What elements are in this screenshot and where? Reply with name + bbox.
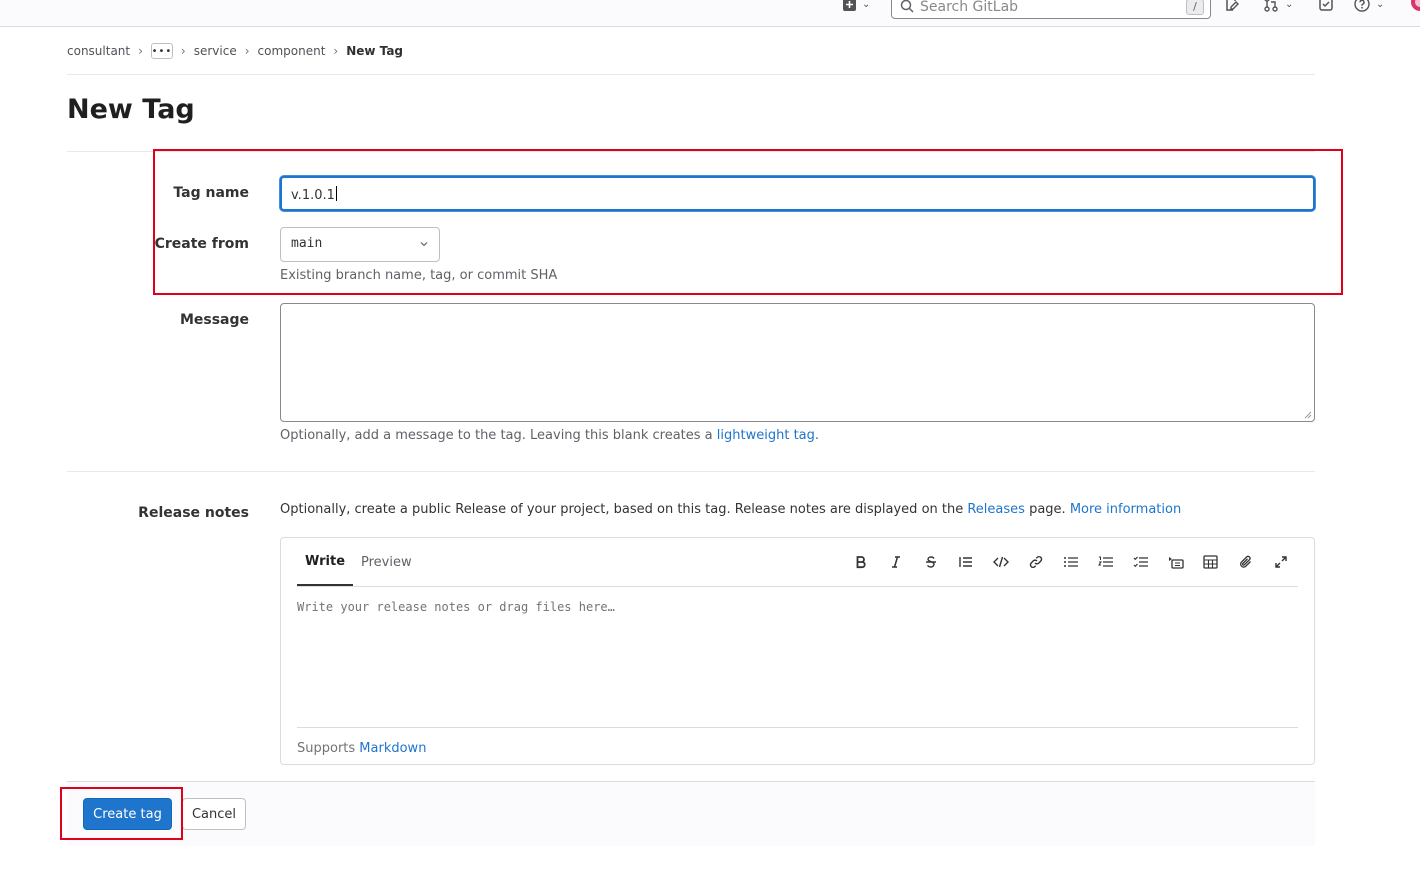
plus-square-icon — [843, 0, 856, 11]
table-button[interactable] — [1193, 550, 1228, 574]
help-button[interactable]: ⌄ — [1354, 0, 1384, 14]
collapsible-icon — [1168, 557, 1184, 569]
link-button[interactable] — [1018, 550, 1053, 574]
merge-requests-button[interactable]: ⌄ — [1263, 0, 1293, 14]
tab-write[interactable]: Write — [297, 538, 354, 586]
create-from-dropdown[interactable]: main — [280, 227, 440, 262]
editor-header-divider — [297, 586, 1298, 587]
message-help: Optionally, add a message to the tag. Le… — [280, 428, 819, 444]
chevron-down-icon: ⌄ — [1285, 0, 1294, 10]
title-divider — [67, 151, 1315, 152]
cancel-button[interactable]: Cancel — [182, 798, 246, 830]
create-from-help: Existing branch name, tag, or commit SHA — [280, 268, 558, 283]
page-title: New Tag — [67, 94, 195, 125]
bullet-list-button[interactable] — [1053, 550, 1088, 574]
avatar-icon — [1411, 0, 1420, 11]
breadcrumb-current[interactable]: New Tag — [346, 44, 403, 58]
merge-request-icon — [1264, 0, 1278, 12]
avatar[interactable] — [1409, 0, 1420, 14]
message-textarea[interactable] — [280, 303, 1315, 422]
markdown-editor: Write Preview Write your release notes o… — [280, 537, 1315, 765]
new-menu[interactable]: ⌄ — [843, 0, 870, 14]
release-intro-mid: page. — [1024, 502, 1070, 517]
attach-icon — [1239, 555, 1251, 568]
bold-icon — [856, 556, 866, 569]
markdown-support-note: Supports Markdown — [297, 741, 426, 756]
create-tag-button[interactable]: Create tag — [83, 798, 172, 830]
supports-text: Supports — [297, 741, 360, 756]
search-icon — [900, 0, 914, 13]
resize-handle-icon[interactable] — [1304, 411, 1312, 419]
release-intro-text: Optionally, create a public Release of y… — [280, 502, 968, 517]
breadcrumb-item-consultant[interactable]: consultant — [67, 44, 130, 58]
todo-icon — [1319, 0, 1333, 11]
chevron-down-icon — [420, 242, 428, 247]
chevron-down-icon: ⌄ — [1376, 0, 1385, 10]
tab-preview[interactable]: Preview — [353, 538, 420, 586]
message-label: Message — [179, 312, 249, 328]
lightweight-tag-link[interactable]: lightweight tag — [717, 428, 815, 443]
section-divider — [67, 471, 1315, 472]
tag-name-value: v.1.0.1 — [291, 188, 335, 203]
help-icon — [1354, 0, 1370, 12]
create-from-label: Create from — [154, 236, 249, 252]
chevron-down-icon: ⌄ — [862, 0, 871, 10]
numbered-list-button[interactable] — [1088, 550, 1123, 574]
link-icon — [1029, 555, 1042, 569]
chevron-right-icon: › — [180, 44, 186, 58]
search-shortcut-badge: / — [1186, 0, 1204, 15]
fullscreen-icon — [1274, 556, 1287, 568]
search-placeholder: Search GitLab — [920, 0, 1019, 15]
release-notes-label: Release notes — [138, 505, 249, 521]
message-help-suffix: . — [814, 428, 820, 443]
task-list-icon — [1133, 556, 1148, 568]
breadcrumb-divider — [67, 74, 1315, 75]
strikethrough-icon — [925, 556, 936, 568]
italic-button[interactable] — [878, 550, 913, 574]
markdown-link[interactable]: Markdown — [359, 741, 426, 756]
search-input[interactable]: Search GitLab / — [891, 0, 1211, 19]
chevron-right-icon: › — [138, 44, 143, 58]
release-notes-textarea[interactable]: Write your release notes or drag files h… — [297, 600, 615, 614]
breadcrumb-item-component[interactable]: component — [258, 44, 326, 58]
releases-link[interactable]: Releases — [967, 502, 1025, 517]
collapsible-button[interactable] — [1158, 550, 1193, 574]
issues-icon — [1226, 0, 1239, 11]
breadcrumb-ellipsis-button[interactable]: ••• — [150, 43, 173, 59]
more-information-link[interactable]: More information — [1070, 502, 1181, 517]
code-icon — [992, 556, 1009, 568]
table-icon — [1203, 555, 1218, 569]
chevron-right-icon: › — [244, 44, 250, 58]
italic-icon — [891, 556, 900, 568]
editor-toolbar — [843, 550, 1298, 574]
text-cursor — [335, 186, 337, 201]
top-navbar: ⌄ Search GitLab / ⌄ ⌄ — [0, 0, 1420, 27]
message-help-text: Optionally, add a message to the tag. Le… — [280, 428, 717, 443]
tag-name-input[interactable]: v.1.0.1 — [280, 176, 1315, 211]
tag-name-label: Tag name — [173, 185, 249, 201]
todos-button[interactable] — [1318, 0, 1334, 14]
release-notes-intro: Optionally, create a public Release of y… — [280, 502, 1181, 518]
issues-button[interactable] — [1224, 0, 1240, 14]
bold-button[interactable] — [843, 550, 878, 574]
editor-footer-divider — [297, 727, 1298, 728]
breadcrumb-item-service[interactable]: service — [194, 44, 237, 58]
quote-icon — [958, 557, 972, 567]
bullet-list-icon — [1063, 557, 1078, 567]
attach-file-button[interactable] — [1228, 550, 1263, 574]
code-button[interactable] — [983, 550, 1018, 574]
numbered-list-icon — [1097, 556, 1113, 567]
form-actions — [67, 781, 1315, 846]
strikethrough-button[interactable] — [913, 550, 948, 574]
chevron-right-icon: › — [333, 44, 339, 58]
fullscreen-button[interactable] — [1263, 550, 1298, 574]
quote-button[interactable] — [948, 550, 983, 574]
create-from-value: main — [291, 236, 323, 251]
breadcrumb: consultant › ••• › service › component ›… — [67, 43, 403, 59]
task-list-button[interactable] — [1123, 550, 1158, 574]
editor-tabs: Write Preview — [297, 538, 420, 586]
